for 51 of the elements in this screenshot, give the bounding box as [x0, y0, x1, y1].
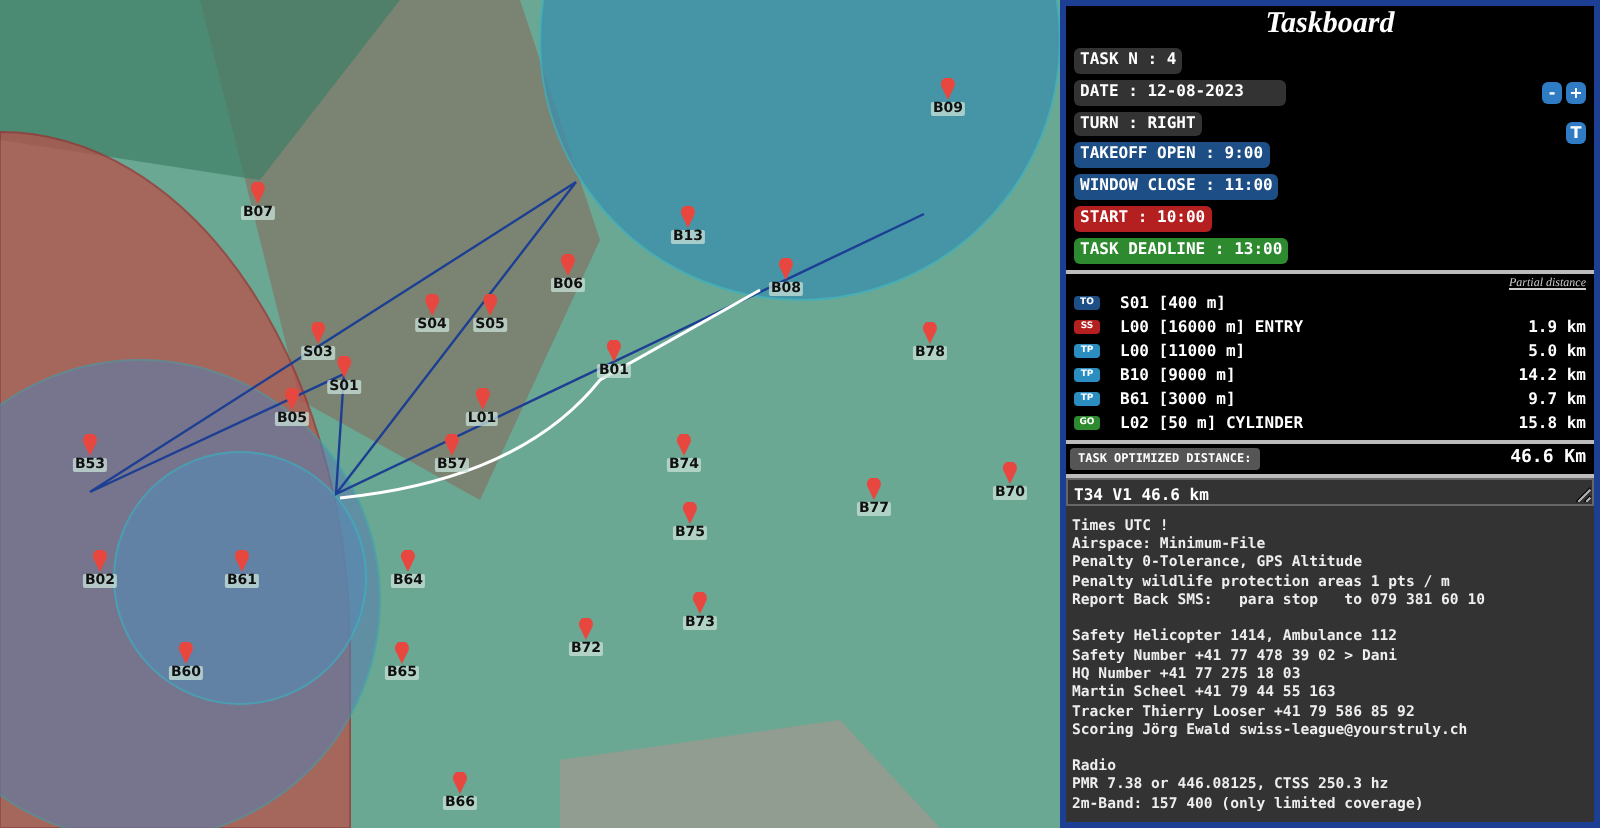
map-pin-icon [235, 550, 249, 572]
task-field: DATE : 12-08-2023 [1074, 79, 1286, 106]
map-pin-icon [941, 78, 955, 100]
task-field: TASK N : 4 [1074, 48, 1183, 74]
task-field: WINDOW CLOSE : 11:00 [1074, 174, 1279, 200]
waypoint-name: B61 [3000 m] [1120, 390, 1238, 409]
task-field: TURN : RIGHT [1074, 111, 1202, 137]
map-pin-icon [475, 388, 489, 410]
map-pin-icon [677, 434, 691, 456]
map-pin-icon [483, 294, 497, 316]
map-pin-icon [401, 550, 415, 572]
map-pin-icon [83, 434, 97, 456]
waypoint-distance: 5.0 km [1528, 342, 1586, 361]
map-pin-icon [1003, 462, 1017, 484]
panel-title: Taskboard [1263, 6, 1397, 44]
map-pin-icon [453, 772, 467, 794]
map-pin-icon [425, 294, 439, 316]
map-pin-icon [445, 434, 459, 456]
map-pin-icon [693, 592, 707, 614]
waypoint-name: L00 [16000 m] ENTRY [1120, 318, 1306, 337]
map-pin-icon [285, 388, 299, 410]
map-pin-icon [93, 550, 107, 572]
map-pin-icon [579, 618, 593, 640]
task-field: START : 10:00 [1074, 205, 1212, 232]
map-pin-icon [251, 182, 265, 204]
counter-button[interactable]: + [1566, 82, 1586, 104]
map-pin-icon [561, 254, 575, 276]
waypoint-distance: 1.9 km [1528, 318, 1586, 337]
map-pin-icon [681, 206, 695, 228]
map-pin-icon [337, 356, 351, 378]
task-field: TAKEOFF OPEN : 9:00 [1074, 142, 1270, 169]
map-pin-icon [311, 322, 325, 344]
waypoint-name: L02 [50 m] CYLINDER [1120, 414, 1306, 433]
map-pin-icon [607, 340, 621, 362]
turn-button[interactable]: T [1566, 122, 1586, 144]
waypoint-name: S01 [400 m] [1120, 294, 1228, 313]
waypoint-name: B10 [9000 m] [1120, 366, 1238, 385]
map-pin-icon [923, 322, 937, 344]
notes-field[interactable]: T34 V1 46.6 km [1066, 477, 1594, 506]
optimized-distance-value: 46.6 Km [1510, 448, 1586, 469]
waypoint-distance: 9.7 km [1528, 390, 1586, 409]
map-pin-icon [395, 642, 409, 664]
map-pin-icon [867, 478, 881, 500]
waypoint-distance: 14.2 km [1518, 366, 1586, 385]
waypoint-distance: 15.8 km [1518, 414, 1586, 433]
waypoint-name: L00 [11000 m] [1120, 342, 1248, 361]
counter-button[interactable]: - [1542, 82, 1562, 104]
map-pin-icon [779, 258, 793, 280]
map-pin-icon [179, 642, 193, 664]
task-field: TASK DEADLINE : 13:00 [1074, 237, 1289, 264]
map-pin-icon [683, 502, 697, 524]
